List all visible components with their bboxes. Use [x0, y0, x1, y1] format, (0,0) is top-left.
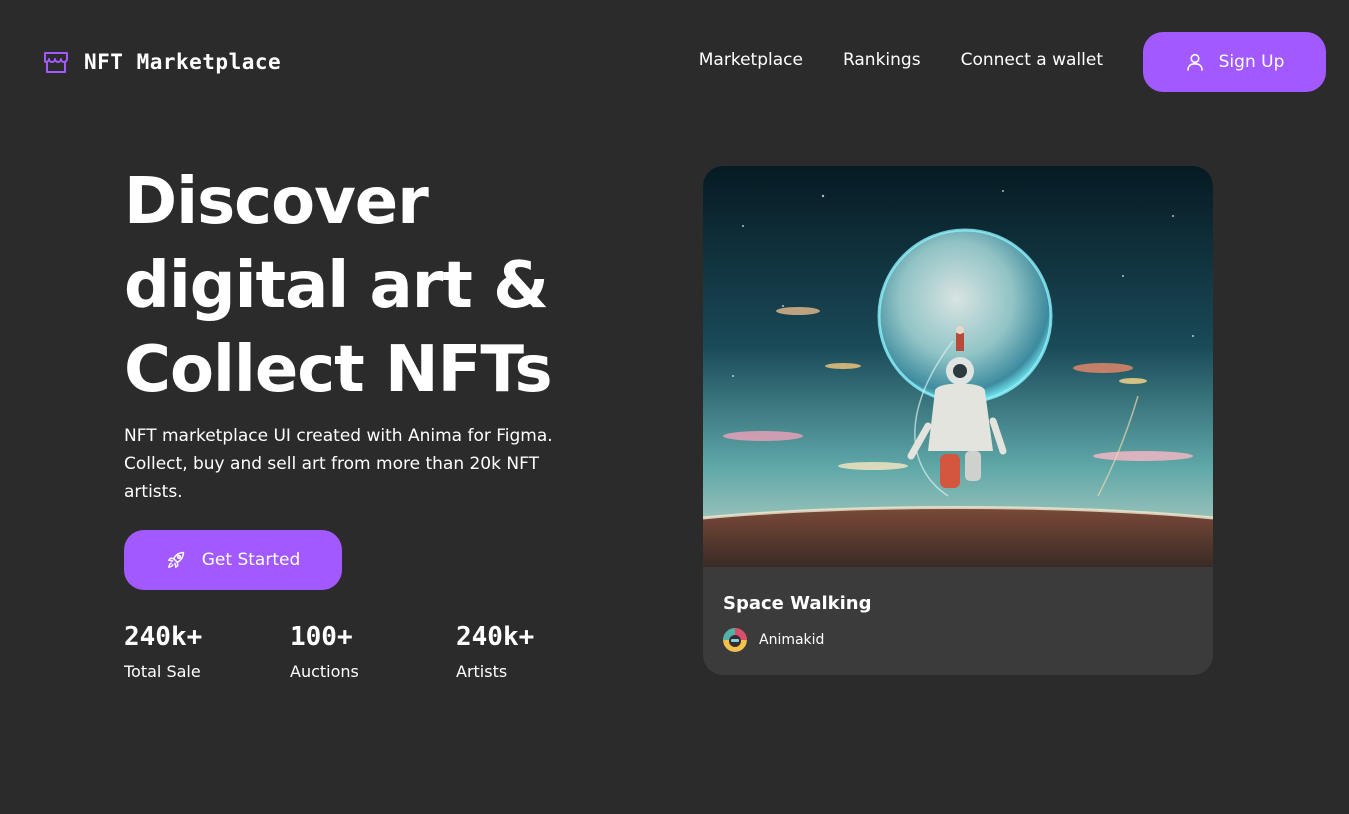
- sign-up-button[interactable]: Sign Up: [1143, 32, 1326, 92]
- stat-label: Artists: [456, 662, 508, 681]
- stat-auctions: 100+ Auctions: [290, 620, 456, 681]
- stats-row: 240k+ Total Sale 100+ Auctions 240k+ Art…: [124, 620, 622, 681]
- nft-title[interactable]: Space Walking: [723, 593, 1193, 614]
- user-icon: [1186, 53, 1203, 71]
- stat-artists: 240k+ Artists: [456, 620, 622, 681]
- artist-name: Animakid: [759, 632, 825, 648]
- stat-total-sale: 240k+ Total Sale: [124, 620, 290, 681]
- main-nav: Marketplace Rankings Connect a wallet: [699, 50, 1103, 70]
- hero-description: NFT marketplace UI created with Anima fo…: [124, 426, 553, 502]
- nav-link-connect-wallet[interactable]: Connect a wallet: [961, 50, 1103, 70]
- featured-nft-card[interactable]: Space Walking Animakid: [703, 166, 1213, 675]
- artist-info[interactable]: Animakid: [723, 628, 1193, 652]
- hero-title: Discover digital art & Collect NFTs: [124, 160, 644, 412]
- storefront-icon: [44, 52, 68, 73]
- get-started-label: Get Started: [201, 550, 301, 570]
- sign-up-label: Sign Up: [1218, 52, 1285, 72]
- top-navigation-bar: NFT Marketplace Marketplace Rankings Con…: [0, 0, 1349, 124]
- nav-link-rankings[interactable]: Rankings: [843, 50, 921, 70]
- get-started-button[interactable]: Get Started: [124, 530, 342, 590]
- stat-value: 240k+: [124, 622, 203, 652]
- card-body: Space Walking Animakid: [703, 567, 1213, 652]
- brand-name: NFT Marketplace: [84, 50, 282, 74]
- stat-value: 240k+: [456, 622, 535, 652]
- nav-link-marketplace[interactable]: Marketplace: [699, 50, 803, 70]
- artist-avatar: [723, 628, 747, 652]
- stat-label: Auctions: [290, 662, 359, 681]
- hero-title-line-1: Discover: [124, 165, 429, 239]
- hero-title-line-3: Collect NFTs: [124, 333, 553, 407]
- rocket-icon: [167, 551, 184, 568]
- brand-logo[interactable]: NFT Marketplace: [42, 48, 281, 76]
- hero-title-line-2: digital art &: [124, 249, 549, 323]
- astronaut-planet-artwork[interactable]: [703, 166, 1213, 567]
- stat-label: Total Sale: [124, 662, 201, 681]
- stat-value: 100+: [290, 622, 353, 652]
